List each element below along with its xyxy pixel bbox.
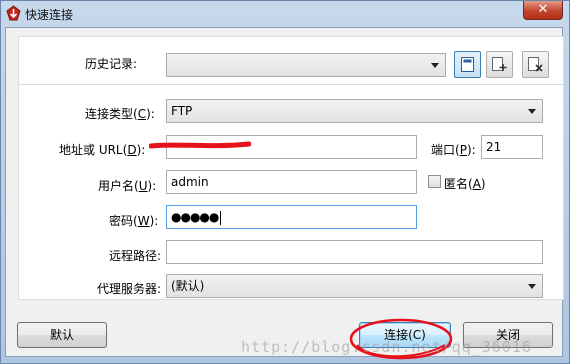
anonymous-label[interactable]: 匿名(A) <box>444 175 486 192</box>
default-button-label: 默认 <box>49 328 74 342</box>
connection-type-value: FTP <box>171 104 193 118</box>
window-title: 快速连接 <box>25 8 74 22</box>
connection-type-select[interactable]: FTP <box>166 99 543 123</box>
proxy-value: (默认) <box>171 279 205 293</box>
add-document-icon <box>492 57 507 71</box>
dialog-client-area: 历史记录: 连接类型(C): FTP 地址或 URL(D): 端口(P): 21… <box>5 27 564 357</box>
password-label-text: 密码( <box>109 214 138 228</box>
username-value: admin <box>171 175 209 189</box>
app-icon <box>6 5 21 21</box>
redaction-mark <box>149 141 251 149</box>
port-hotkey: P <box>459 143 467 157</box>
default-button[interactable]: 默认 <box>17 322 107 348</box>
proxy-label: 代理服务器: <box>97 282 162 296</box>
port-label-text: 端口( <box>431 143 460 157</box>
close-window-button[interactable]: ✕ <box>523 1 563 20</box>
port-value: 21 <box>486 140 502 154</box>
address-label-end: ): <box>136 143 146 157</box>
username-label-text: 用户名( <box>98 179 139 193</box>
quick-connect-window: 快速连接 ✕ 历史记录: 连接类型(C): FTP 地址或 URL(D): 端口… <box>0 0 570 364</box>
password-value: ●●●●● <box>171 210 219 224</box>
history-label: 历史记录: <box>85 57 138 71</box>
close-icon: ✕ <box>537 2 549 17</box>
save-to-history-button[interactable] <box>454 51 481 78</box>
text-cursor <box>220 210 222 225</box>
address-label-text: 地址或 URL( <box>59 143 128 157</box>
add-history-button[interactable] <box>486 51 513 78</box>
anonymous-checkbox[interactable] <box>428 175 441 188</box>
password-label: 密码(W): <box>109 212 158 229</box>
connection-settings-panel: 历史记录: 连接类型(C): FTP 地址或 URL(D): 端口(P): 21… <box>18 36 564 300</box>
password-hotkey: W <box>137 214 150 228</box>
port-label-end: ): <box>466 143 476 157</box>
chevron-down-icon <box>431 63 439 68</box>
chevron-down-icon <box>528 109 536 114</box>
port-label: 端口(P): <box>431 141 476 158</box>
history-dropdown[interactable] <box>166 53 446 77</box>
delete-history-button[interactable] <box>522 51 549 78</box>
username-label: 用户名(U): <box>98 177 156 194</box>
port-input[interactable]: 21 <box>481 135 543 159</box>
connection-type-hotkey: C <box>137 107 147 121</box>
username-label-end: ): <box>147 179 157 193</box>
anonymous-hotkey: A <box>472 177 481 191</box>
proxy-select[interactable]: (默认) <box>166 274 543 298</box>
separator <box>19 84 563 85</box>
connection-type-label-end: ): <box>146 107 155 121</box>
document-icon <box>461 57 474 72</box>
password-label-end: ): <box>149 214 159 228</box>
delete-document-icon <box>528 57 543 72</box>
address-hotkey: D <box>127 143 137 157</box>
anonymous-label-end: ) <box>480 177 486 191</box>
username-input[interactable]: admin <box>166 170 417 194</box>
chevron-down-icon <box>528 284 536 289</box>
remote-path-input[interactable] <box>166 240 543 264</box>
connection-type-label-text: 连接类型( <box>85 107 138 121</box>
connection-type-label: 连接类型(C): <box>85 105 155 122</box>
title-bar[interactable]: 快速连接 ✕ <box>1 1 569 27</box>
anonymous-label-text: 匿名( <box>444 177 473 191</box>
address-label: 地址或 URL(D): <box>59 141 145 158</box>
watermark-text: http://blog.csdn.net/qq_36016 <box>241 338 532 356</box>
password-input[interactable]: ●●●●● <box>166 205 417 229</box>
remote-path-label: 远程路径: <box>109 249 162 263</box>
